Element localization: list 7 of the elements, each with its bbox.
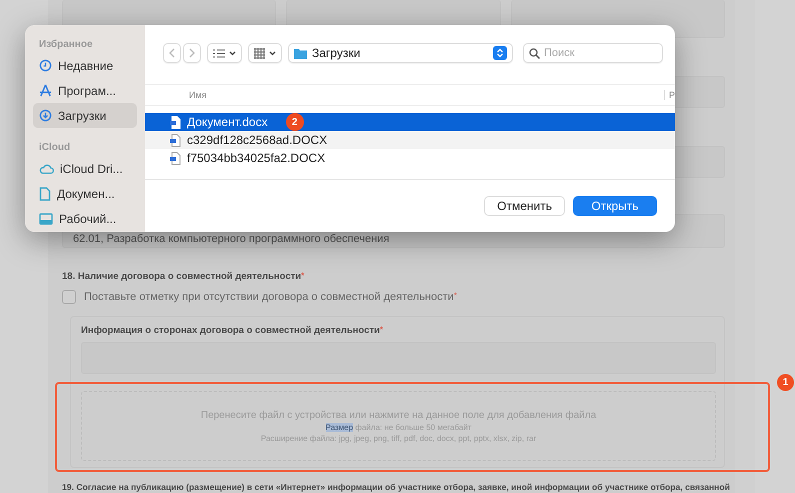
sidebar-heading: iCloud xyxy=(38,142,72,153)
section-title: 19. Согласие на публикацию (размещение) в сети «Интернет» информации об участнике отбора, заявке, иной информации об участнике отбора, связанной xyxy=(62,482,731,492)
step-badge: 1 xyxy=(777,374,794,391)
section-title: 18. Наличие договора о совместной деятельности* xyxy=(62,271,306,282)
step-badge: 2 xyxy=(286,113,304,131)
field-label: Информация о сторонах договора о совместной деятельности* xyxy=(81,325,384,336)
sidebar-heading: Избранное xyxy=(38,39,94,50)
